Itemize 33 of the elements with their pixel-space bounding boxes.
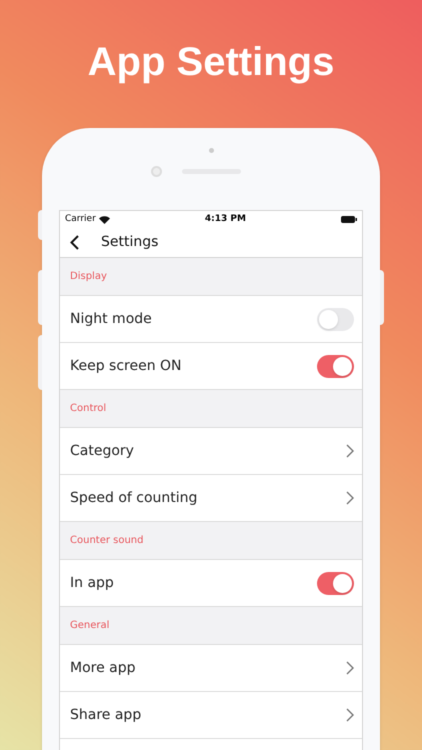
settings-row[interactable]: Keep screen ON [60, 343, 362, 390]
toggle-switch[interactable] [317, 572, 354, 594]
status-time: 4:13 PM [204, 212, 246, 226]
back-icon[interactable] [70, 235, 79, 250]
camera-icon [151, 166, 162, 177]
settings-row[interactable]: Category [60, 428, 362, 475]
settings-row[interactable]: Speed of counting [60, 475, 362, 522]
nav-title: Settings [101, 233, 158, 252]
chevron-icon [346, 491, 354, 505]
section-header: Counter sound [70, 534, 144, 548]
row-label: Keep screen ON [70, 356, 182, 376]
carrier-label: Carrier [65, 212, 96, 226]
headline: App Settings [88, 39, 334, 86]
chevron-icon [346, 661, 354, 675]
chevron-icon [346, 708, 354, 722]
wifi-icon [98, 216, 110, 224]
row-label: Night mode [70, 310, 152, 328]
section-header: Control [70, 402, 106, 416]
battery-icon [340, 216, 357, 223]
row-label: Speed of counting [70, 488, 198, 508]
settings-row[interactable]: More app [60, 645, 362, 692]
chevron-icon [346, 444, 354, 458]
settings-row[interactable]: Share app [60, 692, 362, 739]
row-label: More app [70, 658, 136, 678]
settings-row[interactable]: Night mode [60, 296, 362, 343]
row-label: Share app [70, 706, 142, 724]
toggle-switch[interactable] [317, 308, 354, 330]
toggle-switch[interactable] [317, 354, 354, 378]
settings-row[interactable]: In app [60, 560, 362, 607]
section-header: Display [70, 270, 107, 284]
row-label: In app [70, 574, 114, 592]
row-label: Category [70, 442, 134, 460]
section-header: General [70, 619, 110, 633]
